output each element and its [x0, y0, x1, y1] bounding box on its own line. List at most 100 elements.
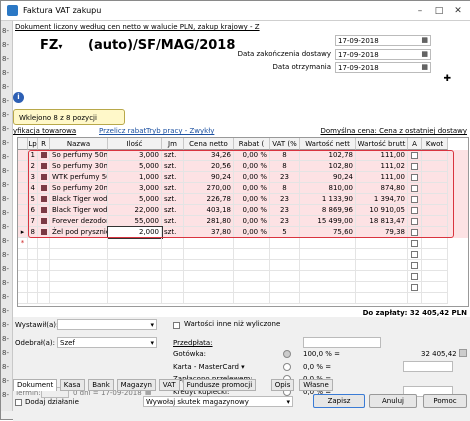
cell-lp[interactable]: 2	[28, 161, 38, 172]
empty-cell[interactable]	[28, 238, 38, 249]
cell-name[interactable]: Forever dezodora	[50, 216, 108, 227]
work-mode-link[interactable]: Tryb pracy - Zwykły	[146, 127, 214, 135]
column-header[interactable]: Kwot	[422, 138, 448, 150]
cell-qty[interactable]: 5,000	[108, 161, 162, 172]
cell-qty[interactable]: 55,000	[108, 216, 162, 227]
help-button[interactable]: Pomoc	[423, 394, 467, 408]
cell-qty[interactable]: 1,000	[108, 172, 162, 183]
empty-cell[interactable]	[234, 238, 270, 249]
row-color-icon[interactable]	[38, 172, 50, 183]
date-received-field[interactable]: 17-09-2018 ▦	[335, 62, 431, 73]
row-color-icon[interactable]	[38, 194, 50, 205]
empty-cell[interactable]	[234, 293, 270, 304]
cash-radio[interactable]	[283, 350, 291, 358]
empty-cell[interactable]	[408, 271, 422, 282]
row-indicator[interactable]	[18, 205, 28, 216]
empty-row[interactable]	[18, 249, 468, 260]
empty-cell[interactable]	[38, 260, 50, 271]
row-checkbox[interactable]	[408, 194, 422, 205]
tab-bank[interactable]: Bank	[88, 379, 114, 391]
cell-vat[interactable]: 8	[270, 183, 300, 194]
table-row[interactable]: 5 Black Tiger woda 5,000 szt. 226,78 0,00 % 23…	[18, 194, 468, 205]
cell-discount[interactable]: 0,00 %	[234, 216, 270, 227]
cell-net[interactable]: 75,60	[300, 227, 356, 238]
cell-vat[interactable]: 23	[270, 216, 300, 227]
cell-name[interactable]: WTK perfumy 50	[50, 172, 108, 183]
cell-name[interactable]: So perfumy 20ml	[50, 183, 108, 194]
empty-cell[interactable]	[108, 271, 162, 282]
cell-amount[interactable]	[422, 172, 448, 183]
empty-cell[interactable]	[408, 260, 422, 271]
empty-cell[interactable]	[300, 238, 356, 249]
row-indicator[interactable]	[18, 150, 28, 161]
empty-cell[interactable]	[184, 282, 234, 293]
empty-cell[interactable]	[270, 282, 300, 293]
cell-amount[interactable]	[422, 194, 448, 205]
cell-price[interactable]: 34,26	[184, 150, 234, 161]
column-header[interactable]: VAT (%	[270, 138, 300, 150]
cancel-button[interactable]: Anuluj	[369, 394, 417, 408]
maximize-icon[interactable]: □	[432, 4, 446, 18]
empty-row[interactable]	[18, 260, 468, 271]
empty-cell[interactable]	[300, 282, 356, 293]
empty-cell[interactable]	[18, 293, 28, 304]
cell-discount[interactable]: 0,00 %	[234, 150, 270, 161]
column-header[interactable]: Nazwa	[50, 138, 108, 150]
empty-cell[interactable]	[38, 238, 50, 249]
calendar-icon[interactable]: ▦	[421, 36, 428, 44]
cell-unit[interactable]: szt.	[162, 183, 184, 194]
cell-name[interactable]: Black Tiger woda	[50, 194, 108, 205]
empty-cell[interactable]	[270, 238, 300, 249]
cell-amount[interactable]	[422, 227, 448, 238]
empty-cell[interactable]	[38, 249, 50, 260]
cell-discount[interactable]: 0,00 %	[234, 172, 270, 183]
row-checkbox[interactable]	[408, 172, 422, 183]
empty-cell[interactable]	[162, 249, 184, 260]
empty-cell[interactable]	[234, 260, 270, 271]
cell-unit[interactable]: szt.	[162, 161, 184, 172]
empty-cell[interactable]	[18, 282, 28, 293]
row-checkbox[interactable]	[408, 150, 422, 161]
close-icon[interactable]: ✕	[451, 4, 465, 18]
cell-lp[interactable]: 3	[28, 172, 38, 183]
cell-price[interactable]: 90,24	[184, 172, 234, 183]
cell-name[interactable]: So perfumy 30ml	[50, 161, 108, 172]
cell-unit[interactable]: szt.	[162, 150, 184, 161]
cell-net[interactable]: 1 133,90	[300, 194, 356, 205]
empty-cell[interactable]	[162, 282, 184, 293]
date-issue-field[interactable]: 17-09-2018 ▦	[335, 35, 431, 46]
tab-opis[interactable]: Opis	[270, 379, 295, 391]
empty-cell[interactable]	[28, 271, 38, 282]
empty-cell[interactable]	[234, 271, 270, 282]
empty-cell[interactable]	[270, 249, 300, 260]
column-header[interactable]: Cena netto	[184, 138, 234, 150]
doc-type-select[interactable]: FZ▾	[40, 38, 62, 53]
empty-cell[interactable]	[50, 260, 108, 271]
action-select[interactable]: Wywołaj skutek magazynowy ▾	[143, 396, 293, 407]
cell-gross[interactable]: 111,00	[356, 172, 408, 183]
cell-amount[interactable]	[422, 183, 448, 194]
empty-cell[interactable]	[162, 293, 184, 304]
cell-qty[interactable]: 5,000	[108, 194, 162, 205]
empty-cell[interactable]	[18, 249, 28, 260]
empty-cell[interactable]	[422, 238, 448, 249]
empty-cell[interactable]	[408, 249, 422, 260]
cell-lp[interactable]: 6	[28, 205, 38, 216]
items-grid[interactable]: Lp R Nazwa Ilość Jm Cena netto Rabat (VAT (% Wa…	[17, 137, 469, 307]
column-header[interactable]: Wartość brutt	[356, 138, 408, 150]
empty-cell[interactable]	[18, 271, 28, 282]
cell-gross[interactable]: 10 910,05	[356, 205, 408, 216]
cell-lp[interactable]: 7	[28, 216, 38, 227]
cell-vat[interactable]: 5	[270, 227, 300, 238]
calendar-icon[interactable]: ▦	[421, 63, 428, 71]
cell-discount[interactable]: 0,00 %	[234, 194, 270, 205]
table-row[interactable]: 3 WTK perfumy 50 1,000 szt. 90,24 0,00 % 23 90,…	[18, 172, 468, 183]
column-header[interactable]: Rabat (	[234, 138, 270, 150]
empty-cell[interactable]	[356, 282, 408, 293]
row-indicator[interactable]	[18, 216, 28, 227]
tab-fundusze-promocji[interactable]: Fundusze promocji	[182, 379, 257, 391]
row-color-icon[interactable]	[38, 227, 50, 238]
cell-qty[interactable]: 3,000	[108, 183, 162, 194]
cell-price[interactable]: 20,56	[184, 161, 234, 172]
cell-amount[interactable]	[422, 161, 448, 172]
